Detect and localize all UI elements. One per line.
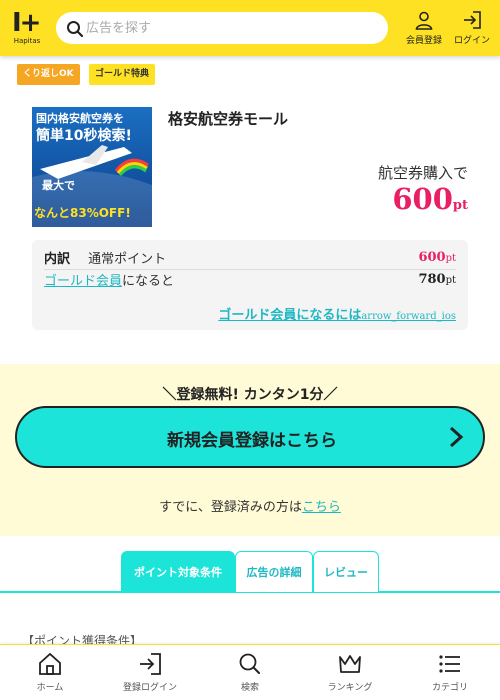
tab-bar: ポイント対象条件 広告の詳細 レビュー [0,551,500,593]
nav-ranking[interactable]: ランキング [300,652,400,693]
gold-points-value: 780pt [418,272,456,287]
search-icon [239,653,260,674]
gold-member-link[interactable]: ゴールド会員 [44,274,122,289]
repeat-ok-badge: くり返しOK [17,64,80,85]
user-icon [415,11,433,30]
logo-text: Hapitas [13,37,41,45]
login-label: ログイン [453,36,490,46]
nav-ranking-label: ランキング [327,683,373,693]
register-button[interactable]: 会員登録 [401,10,447,46]
arrow-forward-icon: arrow_forward_ios [361,311,456,322]
login-icon [464,11,481,29]
nav-register-login[interactable]: 登録ログイン [100,652,200,693]
search-box[interactable] [56,12,388,44]
register-caption: ＼登録無料! カンタン1分／ [162,387,338,403]
tab-point-conditions[interactable]: ポイント対象条件 [121,551,235,592]
new-register-label: 新規会員登録はこちら [167,431,337,451]
search-input[interactable] [86,16,376,40]
normal-points-value: 600pt [418,250,456,265]
nav-search-label: 検索 [240,683,259,693]
nav-category[interactable]: カテゴリ [400,652,500,693]
gold-suffix: になると [122,274,175,289]
tab-reviews[interactable]: レビュー [313,551,379,592]
nav-home-label: ホーム [36,683,64,693]
register-section: ＼登録無料! カンタン1分／ 新規会員登録はこちら すでに、登録済みの方はこちら [0,364,500,536]
nav-category-label: カテゴリ [431,683,468,693]
normal-points-row: 内訳 通常ポイント 600pt [44,248,456,270]
hapitas-logo[interactable]: I+ Hapitas [8,8,46,50]
ad-title: 格安航空券モール [168,110,289,128]
nav-home[interactable]: ホーム [0,652,100,693]
nav-search[interactable]: 検索 [200,652,300,693]
breakdown-label: 内訳 [44,252,71,267]
login-icon [140,653,161,675]
banner-line-2: 簡単10秒検索! [36,127,132,144]
new-register-button[interactable]: 新規会員登録はこちら [15,406,485,468]
how-to-gold-link[interactable]: ゴールド会員になるにはarrow_forward_ios [218,304,456,323]
existing-login-link[interactable]: こちら [302,500,341,515]
register-label: 会員登録 [405,36,442,46]
home-icon [39,652,61,675]
chevron-right-icon [449,426,464,448]
points-unit: pt [452,198,468,213]
existing-login-text: すでに、登録済みの方はこちら [159,500,341,515]
banner-line-1: 国内格安航空券を [36,111,124,125]
login-button[interactable]: ログイン [449,10,495,46]
action-text: 航空券購入で [377,164,468,182]
banner-line-4: なんと83%OFF! [34,206,131,220]
logo-mark: I+ [12,8,42,38]
gold-benefit-badge: ゴールド特典 [89,64,156,85]
gold-points-row: ゴールド会員になると 780pt [44,270,456,292]
tab-ad-details[interactable]: 広告の詳細 [235,551,313,592]
points-display: 600pt [392,182,468,216]
points-breakdown: 内訳 通常ポイント 600pt ゴールド会員になると 780pt ゴールド会員に… [32,240,468,330]
points-value: 600 [392,182,453,216]
ad-banner-image[interactable]: 国内格安航空券を 簡単10秒検索! 最大で なんと83%OFF! [32,107,152,227]
nav-register-login-label: 登録ログイン [122,683,177,693]
crown-icon [339,655,361,673]
list-icon [439,655,460,673]
bottom-navigation: ホーム 登録ログイン 検索 ランキング カテゴリ [0,644,500,700]
search-icon [67,21,84,38]
app-header: I+ Hapitas 会員登録 ログイン [0,0,500,56]
banner-line-3: 最大で [42,178,75,192]
normal-points-label: 通常ポイント [88,252,167,267]
